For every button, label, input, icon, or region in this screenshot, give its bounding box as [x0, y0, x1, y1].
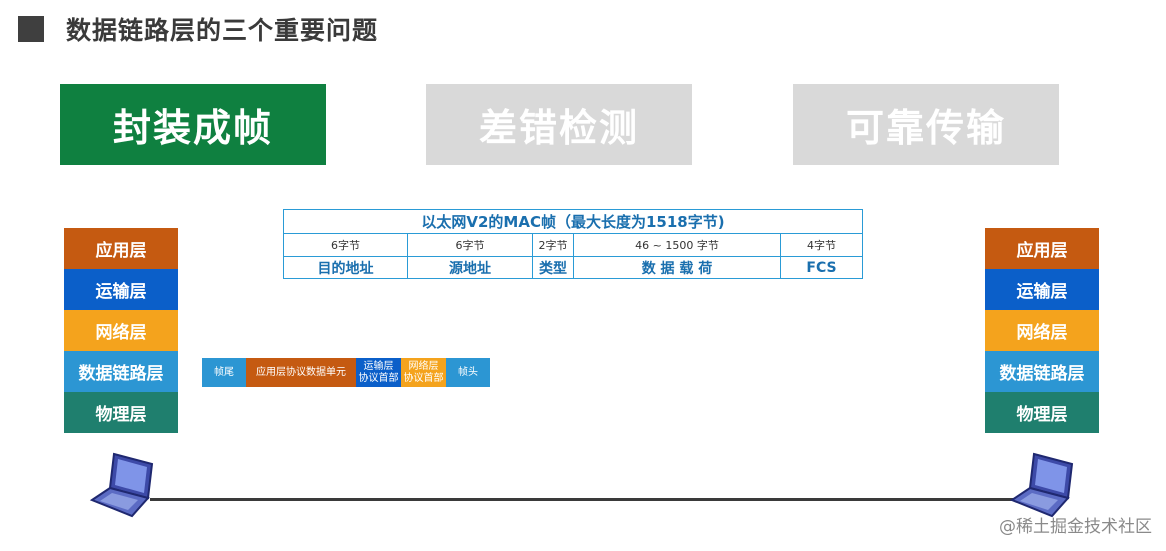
mac-frame-title: 以太网V2的MAC帧（最大长度为1518字节)	[284, 210, 862, 234]
layer-transport: 运输层	[64, 269, 178, 310]
field-payload: 数 据 载 荷	[574, 257, 781, 279]
size-fcs: 4字节	[807, 239, 836, 252]
laptop-icon	[89, 452, 154, 518]
network-link	[150, 498, 1018, 501]
pdu-label: 帧尾	[214, 366, 234, 378]
topic-framing[interactable]: 封装成帧	[60, 84, 326, 165]
layer-network: 网络层	[64, 310, 178, 351]
frame-encapsulation-strip: 帧尾 应用层协议数据单元 运输层 协议首部 网络层 协议首部 帧头	[202, 358, 490, 387]
size-dest-address: 6字节	[284, 234, 408, 256]
field-dest-address: 目的地址	[284, 257, 408, 279]
layer-data-link: 数据链路层	[64, 351, 178, 392]
layer-application: 应用层	[64, 228, 178, 269]
protocol-stack-right: 应用层 运输层 网络层 数据链路层 物理层	[985, 228, 1099, 433]
layer-application: 应用层	[985, 228, 1099, 269]
pdu-label-sub: 协议首部	[358, 372, 399, 384]
layer-transport: 运输层	[985, 269, 1099, 310]
pdu-label: 网络层	[408, 360, 439, 372]
layer-network: 网络层	[985, 310, 1099, 351]
pdu-label: 帧头	[458, 366, 478, 378]
pdu-network-header: 网络层 协议首部	[401, 358, 446, 387]
page-title: 数据链路层的三个重要问题	[66, 16, 379, 45]
layer-physical: 物理层	[985, 392, 1099, 433]
slide-title: 数据链路层的三个重要问题	[18, 12, 378, 46]
topic-label: 可靠传输	[845, 106, 1006, 150]
topic-reliable-transfer[interactable]: 可靠传输	[793, 84, 1059, 165]
pdu-application-data: 应用层协议数据单元	[246, 358, 356, 387]
topic-label: 差错检测	[478, 106, 639, 150]
size-type: 2字节	[533, 234, 574, 256]
layer-physical: 物理层	[64, 392, 178, 433]
field-type: 类型	[533, 257, 574, 279]
mac-frame-table: 以太网V2的MAC帧（最大长度为1518字节) 6字节 6字节 2字节 46 ~…	[283, 209, 863, 279]
pdu-frame-trailer: 帧尾	[202, 358, 246, 387]
field-fcs: FCS	[806, 260, 837, 276]
size-payload: 46 ~ 1500 字节	[574, 234, 781, 256]
topic-error-detection[interactable]: 差错检测	[426, 84, 692, 165]
pdu-transport-header: 运输层 协议首部	[356, 358, 401, 387]
size-src-address: 6字节	[408, 234, 533, 256]
protocol-stack-left: 应用层 运输层 网络层 数据链路层 物理层	[64, 228, 178, 433]
pdu-label: 运输层	[363, 360, 394, 372]
field-src-address: 源地址	[408, 257, 533, 279]
title-square-icon	[18, 16, 44, 42]
mac-frame-size-row: 6字节 6字节 2字节 46 ~ 1500 字节 4字节	[284, 234, 862, 256]
layer-data-link: 数据链路层	[985, 351, 1099, 392]
pdu-label-sub: 协议首部	[403, 372, 444, 384]
pdu-frame-header: 帧头	[446, 358, 490, 387]
topic-label: 封装成帧	[112, 106, 273, 150]
watermark: @稀土掘金技术社区	[999, 517, 1152, 537]
mac-frame-field-row: 目的地址 源地址 类型 数 据 载 荷 FCS	[284, 256, 862, 279]
pdu-label: 应用层协议数据单元	[256, 366, 346, 378]
